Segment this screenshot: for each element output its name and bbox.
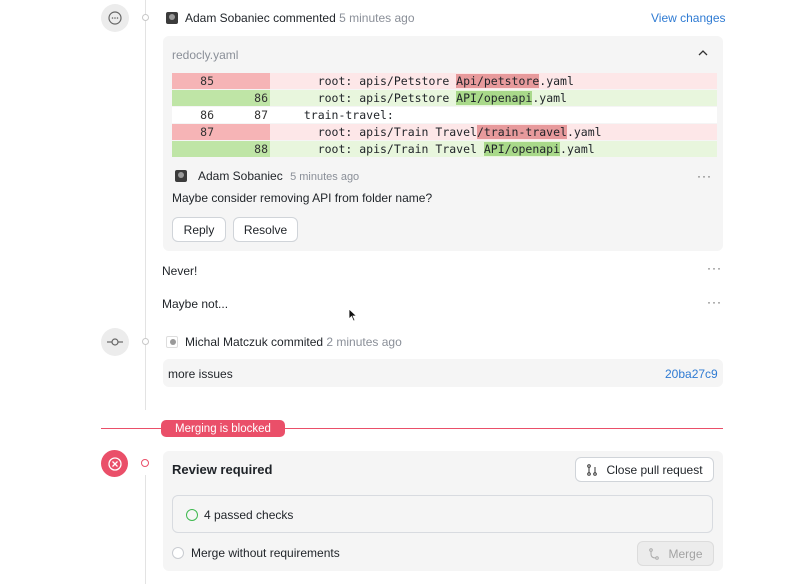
diff-row-del: 87 root: apis/Train Travel/train-travel.… xyxy=(172,124,717,140)
reply-text: Maybe not... xyxy=(162,297,229,311)
comment-time: 5 minutes ago xyxy=(290,171,360,183)
commit-sha-link[interactable]: 20ba27c9 xyxy=(665,367,718,381)
commit-message[interactable]: more issues xyxy=(168,367,233,381)
mouse-cursor-icon xyxy=(348,308,358,325)
passed-checks-label: 4 passed checks xyxy=(204,508,294,522)
review-required-title: Review required xyxy=(172,462,273,477)
code-text: train-travel: xyxy=(290,108,394,122)
diff-filename[interactable]: redocly.yaml xyxy=(172,48,238,62)
event-action: commited xyxy=(271,335,324,349)
comment-event-header: Adam Sobaniec commented 5 minutes ago xyxy=(185,11,415,25)
timeline-line xyxy=(145,475,146,584)
reply-more-button[interactable]: ··· xyxy=(707,295,722,309)
comment-more-button[interactable]: ··· xyxy=(697,169,712,183)
code-change-highlight: /train-travel xyxy=(476,125,567,139)
event-time: 2 minutes ago xyxy=(326,335,402,349)
event-action: commented xyxy=(273,11,336,25)
view-changes-link[interactable]: View changes xyxy=(651,11,726,25)
code-text: root: apis/Train Travel xyxy=(290,142,484,156)
commit-event-icon xyxy=(101,328,129,356)
code-text: .yaml xyxy=(539,74,574,88)
code-text: .yaml xyxy=(560,142,595,156)
diff-row-del: 85 root: apis/Petstore Api/petstore.yaml xyxy=(172,73,717,89)
merge-icon xyxy=(649,547,660,560)
new-line-number: 86 xyxy=(254,91,268,105)
merge-without-requirements-label[interactable]: Merge without requirements xyxy=(191,546,340,560)
commit-card xyxy=(163,359,723,387)
new-line-number: 88 xyxy=(254,142,268,156)
code-text: root: apis/Petstore xyxy=(290,74,457,88)
merge-button[interactable]: Merge xyxy=(637,541,714,566)
code-text: root: apis/Train Travel xyxy=(290,125,477,139)
diff-row-add: 86 root: apis/Petstore API/openapi.yaml xyxy=(172,90,717,106)
check-passed-icon xyxy=(186,509,198,521)
code-text: .yaml xyxy=(532,91,567,105)
author-name[interactable]: Adam Sobaniec xyxy=(198,169,283,183)
resolve-button[interactable]: Resolve xyxy=(233,217,298,242)
diff-row-ctx: 86 87 train-travel: xyxy=(172,107,717,123)
blocked-status-icon xyxy=(101,450,128,477)
diff-row-add: 88 root: apis/Train Travel API/openapi.y… xyxy=(172,141,717,157)
speech-bubble-icon xyxy=(108,11,122,25)
avatar xyxy=(175,170,187,182)
reply-button[interactable]: Reply xyxy=(172,217,226,242)
timeline-dot xyxy=(142,14,149,21)
code-text: root: apis/Petstore xyxy=(290,91,457,105)
diff-code: root: apis/Petstore API/openapi.yaml xyxy=(290,90,567,106)
review-comment-header: Adam Sobaniec 5 minutes ago xyxy=(198,169,359,183)
commit-event-header: Michal Matczuk commited 2 minutes ago xyxy=(185,335,402,349)
diff-gutter xyxy=(172,124,270,140)
comment-body: Maybe consider removing API from folder … xyxy=(172,191,433,205)
code-change-highlight: API/openapi xyxy=(483,142,561,156)
diff-code: root: apis/Train Travel/train-travel.yam… xyxy=(290,124,602,140)
reply-more-button[interactable]: ··· xyxy=(707,261,722,275)
code-change-highlight: Api/petstore xyxy=(456,74,540,88)
reply-text: Never! xyxy=(162,264,198,278)
close-circle-icon xyxy=(107,456,122,471)
commit-icon xyxy=(107,338,123,346)
close-pull-request-button[interactable]: Close pull request xyxy=(575,457,714,482)
timeline-dot-danger xyxy=(141,459,149,467)
new-line-number: 87 xyxy=(254,108,268,122)
timeline-line xyxy=(145,0,146,410)
timeline-dot xyxy=(142,338,149,345)
old-line-number: 87 xyxy=(200,125,214,139)
pull-request-icon xyxy=(587,463,598,476)
author-name[interactable]: Michal Matczuk xyxy=(185,335,268,349)
author-name[interactable]: Adam Sobaniec xyxy=(185,11,270,25)
avatar xyxy=(166,336,178,348)
merging-blocked-badge: Merging is blocked xyxy=(161,420,285,437)
close-pull-request-label: Close pull request xyxy=(606,462,703,477)
diff-gutter xyxy=(172,73,270,89)
old-line-number: 85 xyxy=(200,74,214,88)
comment-event-icon xyxy=(101,4,129,32)
merge-button-label: Merge xyxy=(668,546,703,561)
collapse-chevron-icon[interactable] xyxy=(697,47,709,59)
diff-code: train-travel: xyxy=(290,107,394,123)
code-change-highlight: API/openapi xyxy=(456,91,533,105)
diff-code: root: apis/Petstore Api/petstore.yaml xyxy=(290,73,574,89)
code-text: .yaml xyxy=(566,125,602,139)
checks-box[interactable]: 4 passed checks xyxy=(172,495,713,533)
event-time: 5 minutes ago xyxy=(339,11,415,25)
diff-code: root: apis/Train Travel API/openapi.yaml xyxy=(290,141,595,157)
avatar xyxy=(166,12,178,24)
merge-without-requirements-checkbox[interactable] xyxy=(172,547,184,559)
old-line-number: 86 xyxy=(200,108,214,122)
